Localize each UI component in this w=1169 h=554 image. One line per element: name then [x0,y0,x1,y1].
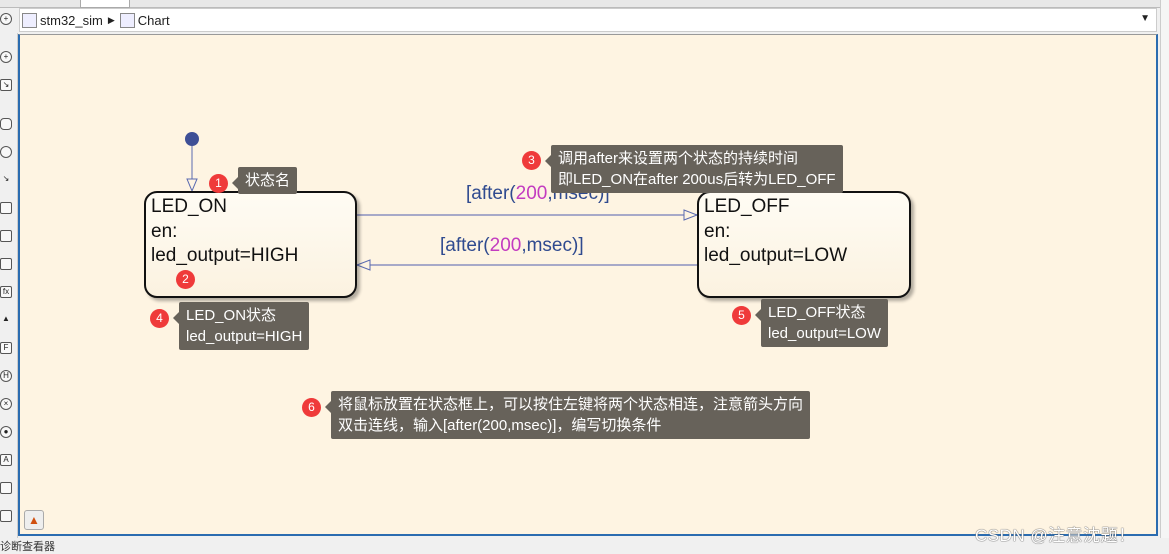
right-panel [1160,0,1169,538]
note-line: 即LED_ON在after 200us后转为LED_OFF [558,171,836,188]
transition-text: [after( [466,183,516,204]
transition-number: 200 [489,235,522,256]
arrowhead-icon [355,259,371,271]
annotation-note: 将鼠标放置在状态框上，可以按住左键将两个状态相连，注意箭头方向 双击连线，输入[… [324,391,811,439]
annotation-badge: 3 [522,151,541,170]
annotation-note: LED_OFF状态 led_output=LOW [755,299,888,347]
state-action: led_output=HIGH [151,245,299,266]
state-action-label: en: [704,220,731,242]
note-line: LED_OFF状态 [768,304,866,321]
watermark: CSDN @注意沈题！ [975,526,1136,545]
note-line: LED_ON状态 [186,307,277,324]
arrowhead-icon [683,209,699,221]
annotation-note: LED_ON状态 led_output=HIGH [172,302,310,350]
note-line: 将鼠标放置在状态框上，可以按住左键将两个状态相连，注意箭头方向 [338,396,804,413]
annotation-badge: 6 [302,398,321,417]
transition-label-off-to-on[interactable]: [after(200,msec)] [440,235,584,257]
note-line: led_output=LOW [768,325,881,342]
state-name: LED_ON [151,196,228,217]
state-action: led_output=LOW [704,245,848,266]
annotation-badge: 2 [176,270,195,289]
transition-text: [after( [440,235,490,256]
note-line: led_output=HIGH [186,328,303,345]
annotation-note: 调用after来设置两个状态的持续时间 即LED_ON在after 200us后… [545,145,843,193]
transition-text: ,msec)] [521,235,584,256]
state-action-label: en: [151,220,178,242]
annotation-badge: 1 [209,174,228,193]
note-line: 状态名 [245,172,291,189]
annotation-badge: 5 [732,306,751,325]
state-name: LED_OFF [704,196,790,217]
arrowhead-icon [186,178,198,193]
annotation-badge: 4 [150,309,169,328]
diagnostic-viewer-title: 诊断查看器 [0,541,55,553]
annotation-note: 状态名 [231,167,298,194]
matlab-logo-icon[interactable]: ▲ [24,510,44,530]
note-line: 调用after来设置两个状态的持续时间 [558,150,799,167]
state-led-off[interactable]: LED_OFF en: led_output=LOW [697,191,911,298]
default-transition-dot [185,132,199,146]
transition-number: 200 [515,183,548,204]
note-line: 双击连线，输入[after(200,msec)]，编写切换条件 [338,417,662,434]
